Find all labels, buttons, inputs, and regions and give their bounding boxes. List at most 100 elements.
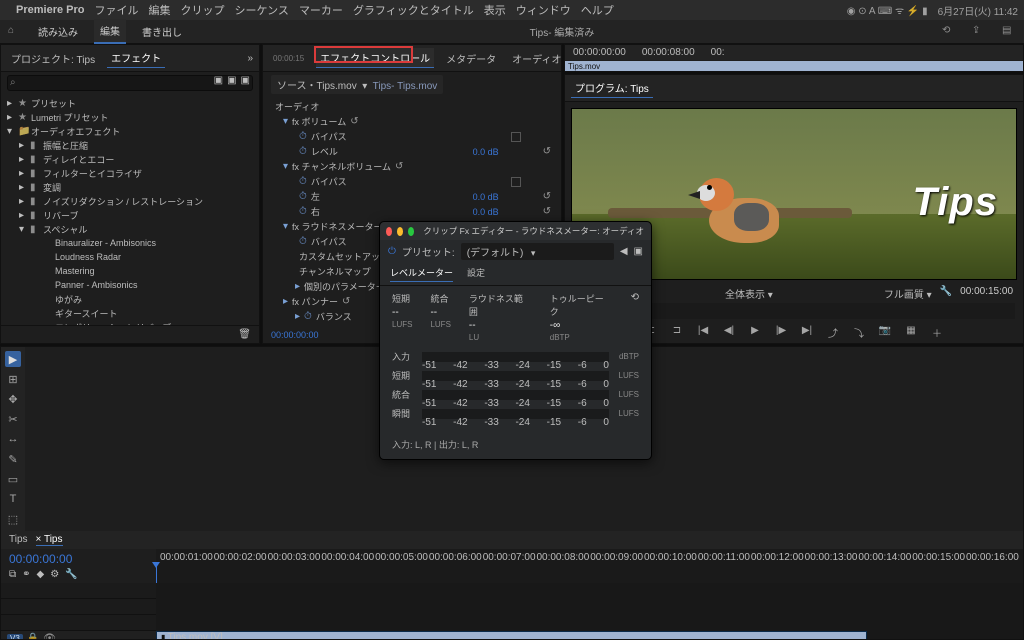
program-fit-zoom[interactable]: 全体表示 ▾ <box>725 286 773 301</box>
effects-tree-item[interactable]: ▸▮ディレイとエコー <box>1 152 259 166</box>
lift-icon[interactable]: ⤴ <box>825 325 841 339</box>
timeline-tool[interactable]: ✥ <box>5 391 21 407</box>
timeline-ruler[interactable]: 00:00:01:0000:00:02:0000:00:03:0000:00:0… <box>156 549 1023 583</box>
menu-help[interactable]: ヘルプ <box>581 2 614 18</box>
effects-tree-item[interactable]: ▸▮リバーブ <box>1 208 259 222</box>
effects-tree-item[interactable]: ▸★Lumetri プリセット <box>1 110 259 124</box>
track-header[interactable]: V3🔒👁 <box>1 631 156 640</box>
export-frame-icon[interactable]: 📷 <box>877 325 893 339</box>
effects-tree-item[interactable]: ▸★プリセット <box>1 96 259 110</box>
timeline-clips-area[interactable]: ▮ Tips.mov [V] ▮ Tips.mov [A] <box>156 583 1023 640</box>
menu-edit[interactable]: 編集 <box>148 2 170 18</box>
ec-property-row[interactable]: オーディオ <box>263 99 561 114</box>
marker-icon[interactable]: ◆ <box>37 569 45 580</box>
menu-view[interactable]: 表示 <box>484 2 506 18</box>
play-icon[interactable]: ▶ <box>747 325 763 339</box>
panel-menu-icon[interactable]: » <box>247 53 253 64</box>
menu-graphics[interactable]: グラフィックとタイトル <box>353 2 474 18</box>
effects-tree-item[interactable]: ギタースイート <box>1 306 259 320</box>
effects-tree-item[interactable]: ▸▮フィルターとイコライザ <box>1 166 259 180</box>
effects-tree-item[interactable]: ゆがみ <box>1 292 259 306</box>
close-icon[interactable] <box>386 227 392 236</box>
home-icon[interactable]: ⌂ <box>8 25 22 39</box>
effects-tree-item[interactable]: Loudness Radar <box>1 250 259 264</box>
trash-icon[interactable]: 🗑 <box>238 329 251 340</box>
sequence-tab-2[interactable]: × Tips <box>36 534 63 546</box>
effects-tree-item[interactable]: Mastering <box>1 264 259 278</box>
ec-property-row[interactable]: ⏱右0.0 dB↺ <box>263 204 561 219</box>
effects-tree-item[interactable]: ▸▮振幅と圧縮 <box>1 138 259 152</box>
timeline-tool[interactable]: ✎ <box>5 451 21 467</box>
preset-prev-icon[interactable]: ◀ <box>620 246 628 257</box>
filter-icon[interactable]: ▣ <box>214 75 223 86</box>
tab-effects[interactable]: エフェクト <box>107 48 165 68</box>
filter-icon[interactable]: ▣ <box>241 75 250 86</box>
timeline-tool[interactable]: ▶ <box>5 351 21 367</box>
step-back-icon[interactable]: ◀| <box>721 325 737 339</box>
go-out-icon[interactable]: ▶| <box>799 325 815 339</box>
workspace-edit[interactable]: 編集 <box>94 19 126 44</box>
link-icon[interactable]: ⚭ <box>22 569 30 580</box>
src-clip-bar[interactable]: Tips.mov <box>565 61 1023 72</box>
workspace-import[interactable]: 読み込み <box>38 24 78 39</box>
minimize-icon[interactable] <box>397 227 403 236</box>
timeline-tool[interactable]: ↔ <box>5 431 21 447</box>
popup-tab-settings[interactable]: 設定 <box>467 266 485 282</box>
menu-window[interactable]: ウィンドウ <box>516 2 571 18</box>
timeline-tool[interactable]: ⬚ <box>5 511 21 527</box>
ec-source-clip[interactable]: ソース・Tips.mov ▾ Tips- Tips.mov <box>271 75 443 94</box>
workspace-menu-icon[interactable]: ▤ <box>1002 25 1016 39</box>
ec-property-row[interactable]: ⏱レベル0.0 dB↺ <box>263 144 561 159</box>
mark-out-icon[interactable]: ⊐ <box>669 325 685 339</box>
filter-icon[interactable]: ▣ <box>227 75 236 86</box>
power-icon[interactable]: ⏻ <box>388 246 396 257</box>
ec-property-row[interactable]: ▾fx ボリューム↺ <box>263 114 561 129</box>
snap-icon[interactable]: ⧉ <box>9 569 16 580</box>
wrench-icon[interactable]: 🔧 <box>65 569 77 580</box>
go-in-icon[interactable]: |◀ <box>695 325 711 339</box>
preset-save-icon[interactable]: ▣ <box>634 246 643 257</box>
tab-program[interactable]: プログラム: Tips <box>571 78 653 98</box>
effects-tree[interactable]: ▸★プリセット▸★Lumetri プリセット▾📁オーディオエフェクト▸▮振幅と圧… <box>1 94 259 325</box>
effects-tree-item[interactable]: ▸▮ノイズリダクション / レストレーション <box>1 194 259 208</box>
comparison-icon[interactable]: ▦ <box>903 325 919 339</box>
effects-tree-item[interactable]: ▾▮スペシャル <box>1 222 259 236</box>
zoom-icon[interactable] <box>408 227 414 236</box>
timeline-tool[interactable]: T <box>5 491 21 507</box>
wrench-icon[interactable]: 🔧 <box>940 286 952 301</box>
tab-metadata[interactable]: メタデータ <box>442 49 500 68</box>
timeline-tool[interactable]: ▭ <box>5 471 21 487</box>
effects-tree-item[interactable]: Binauralizer - Ambisonics <box>1 236 259 250</box>
ec-property-row[interactable]: ▾fx チャンネルボリューム↺ <box>263 159 561 174</box>
menu-marker[interactable]: マーカー <box>299 2 343 18</box>
timeline-timecode[interactable]: 00:00:00:00 <box>9 552 148 566</box>
plus-icon[interactable]: ＋ <box>929 325 945 339</box>
effects-search[interactable]: ⌕ ▣ ▣ ▣ <box>7 75 253 91</box>
share-icon[interactable]: ⇪ <box>972 25 986 39</box>
ec-property-row[interactable]: ⏱左0.0 dB↺ <box>263 189 561 204</box>
ec-property-row[interactable]: ⏱バイパス <box>263 129 561 144</box>
tab-project[interactable]: プロジェクト: Tips <box>7 49 99 68</box>
step-fwd-icon[interactable]: |▶ <box>773 325 789 339</box>
settings-icon[interactable]: ⚙ <box>50 569 59 580</box>
popup-tab-meter[interactable]: レベルメーター <box>390 266 453 282</box>
workspace-export[interactable]: 書き出し <box>142 24 182 39</box>
extract-icon[interactable]: ⤵ <box>851 325 867 339</box>
effects-tree-item[interactable]: Panner - Ambisonics <box>1 278 259 292</box>
tab-source[interactable]: 00:00:15 <box>269 52 308 65</box>
timeline-tool[interactable]: ✂ <box>5 411 21 427</box>
program-quality[interactable]: フル画質 ▾ <box>884 286 932 301</box>
ec-property-row[interactable]: ⏱バイパス <box>263 174 561 189</box>
preset-select[interactable]: (デフォルト) ▾ <box>461 243 614 260</box>
app-name[interactable]: Premiere Pro <box>16 4 84 16</box>
effects-tree-item[interactable]: ▸▮変調 <box>1 180 259 194</box>
timeline-tool[interactable]: ⊞ <box>5 371 21 387</box>
autosave-icon[interactable]: ⟲ <box>942 25 956 39</box>
tab-mixer[interactable]: オーディオトラックミキサー: Tips <box>508 49 562 68</box>
menu-clip[interactable]: クリップ <box>180 2 224 18</box>
sequence-tab-1[interactable]: Tips <box>9 534 28 546</box>
menu-file[interactable]: ファイル <box>94 2 138 18</box>
menu-sequence[interactable]: シーケンス <box>234 2 288 18</box>
effects-tree-item[interactable]: ▾📁オーディオエフェクト <box>1 124 259 138</box>
video-clip[interactable]: ▮ Tips.mov [V] <box>156 631 867 640</box>
